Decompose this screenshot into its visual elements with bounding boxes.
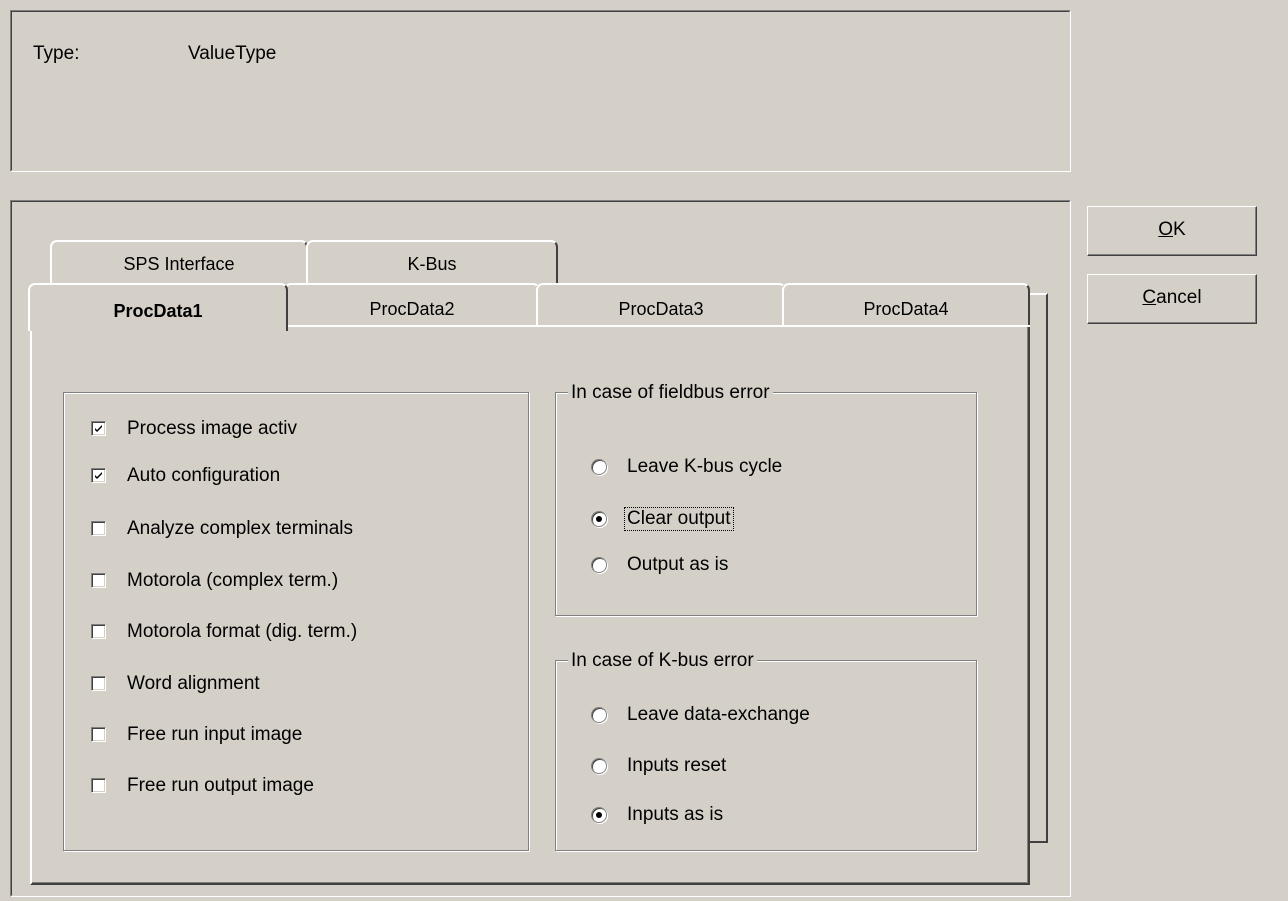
tab-procdata3[interactable]: ProcData3 (536, 283, 786, 329)
checkbox-box[interactable] (91, 468, 106, 483)
tab-procdata1-label: ProcData1 (113, 301, 203, 321)
tab-procdata2-label: ProcData2 (369, 299, 455, 319)
checkbox-box[interactable] (91, 573, 106, 588)
checkbox-label: Process image activ (127, 418, 298, 439)
tab-stack-shadow (1030, 293, 1048, 843)
radio-button[interactable] (591, 707, 607, 723)
radio-label: Leave data-exchange (627, 704, 810, 725)
check-icon (95, 472, 102, 479)
checkbox-label: Motorola (complex term.) (127, 570, 339, 591)
type-value: ValueType (188, 43, 277, 64)
checkbox-label: Analyze complex terminals (127, 518, 353, 539)
k-bus-error-group (555, 660, 977, 851)
checkbox-label: Word alignment (127, 673, 260, 694)
fieldbus-error-group (555, 392, 977, 616)
type-label: Type: (33, 43, 80, 64)
checkbox-label: Motorola format (dig. term.) (127, 621, 358, 642)
info-panel: Type: ValueType (10, 10, 1071, 172)
checkbox-box[interactable] (91, 421, 106, 436)
radio-label: Leave K-bus cycle (627, 456, 783, 477)
checkbox-box[interactable] (91, 727, 106, 742)
radio-button[interactable] (591, 807, 607, 823)
tab-sps-interface-label: SPS Interface (123, 254, 235, 274)
radio-label: Clear output (624, 507, 734, 531)
ok-label-rest: K (1173, 219, 1186, 240)
checkbox-label: Free run input image (127, 724, 303, 745)
ok-mnemonic: O (1158, 219, 1174, 240)
checkbox-box[interactable] (91, 521, 106, 536)
radio-button[interactable] (591, 557, 607, 573)
tab-procdata4[interactable]: ProcData4 (782, 283, 1030, 329)
radio-label: Output as is (627, 554, 729, 575)
tab-k-bus-label: K-Bus (407, 254, 457, 274)
radio-selected-dot (596, 516, 602, 522)
ok-button[interactable]: OK (1087, 206, 1257, 256)
tab-procdata3-label: ProcData3 (618, 299, 704, 319)
cancel-mnemonic: C (1142, 287, 1157, 308)
check-icon (95, 425, 102, 432)
checkbox-box[interactable] (91, 624, 106, 639)
tab-procdata4-label: ProcData4 (863, 299, 949, 319)
tab-procdata2[interactable]: ProcData2 (284, 283, 540, 329)
radio-selected-dot (596, 812, 602, 818)
k-bus-error-group-title: In case of K-bus error (568, 650, 757, 672)
cancel-button[interactable]: Cancel (1087, 274, 1257, 324)
radio-label: Inputs reset (627, 755, 727, 776)
fieldbus-error-group-title: In case of fieldbus error (568, 382, 773, 404)
tab-procdata1[interactable]: ProcData1 (28, 283, 288, 331)
checkbox-box[interactable] (91, 676, 106, 691)
radio-button[interactable] (591, 511, 607, 527)
checkbox-label: Auto configuration (127, 465, 281, 486)
radio-button[interactable] (591, 758, 607, 774)
radio-label: Inputs as is (627, 804, 724, 825)
radio-button[interactable] (591, 459, 607, 475)
cancel-label-rest: ancel (1156, 287, 1202, 308)
checkbox-label: Free run output image (127, 775, 314, 796)
checkbox-box[interactable] (91, 778, 106, 793)
